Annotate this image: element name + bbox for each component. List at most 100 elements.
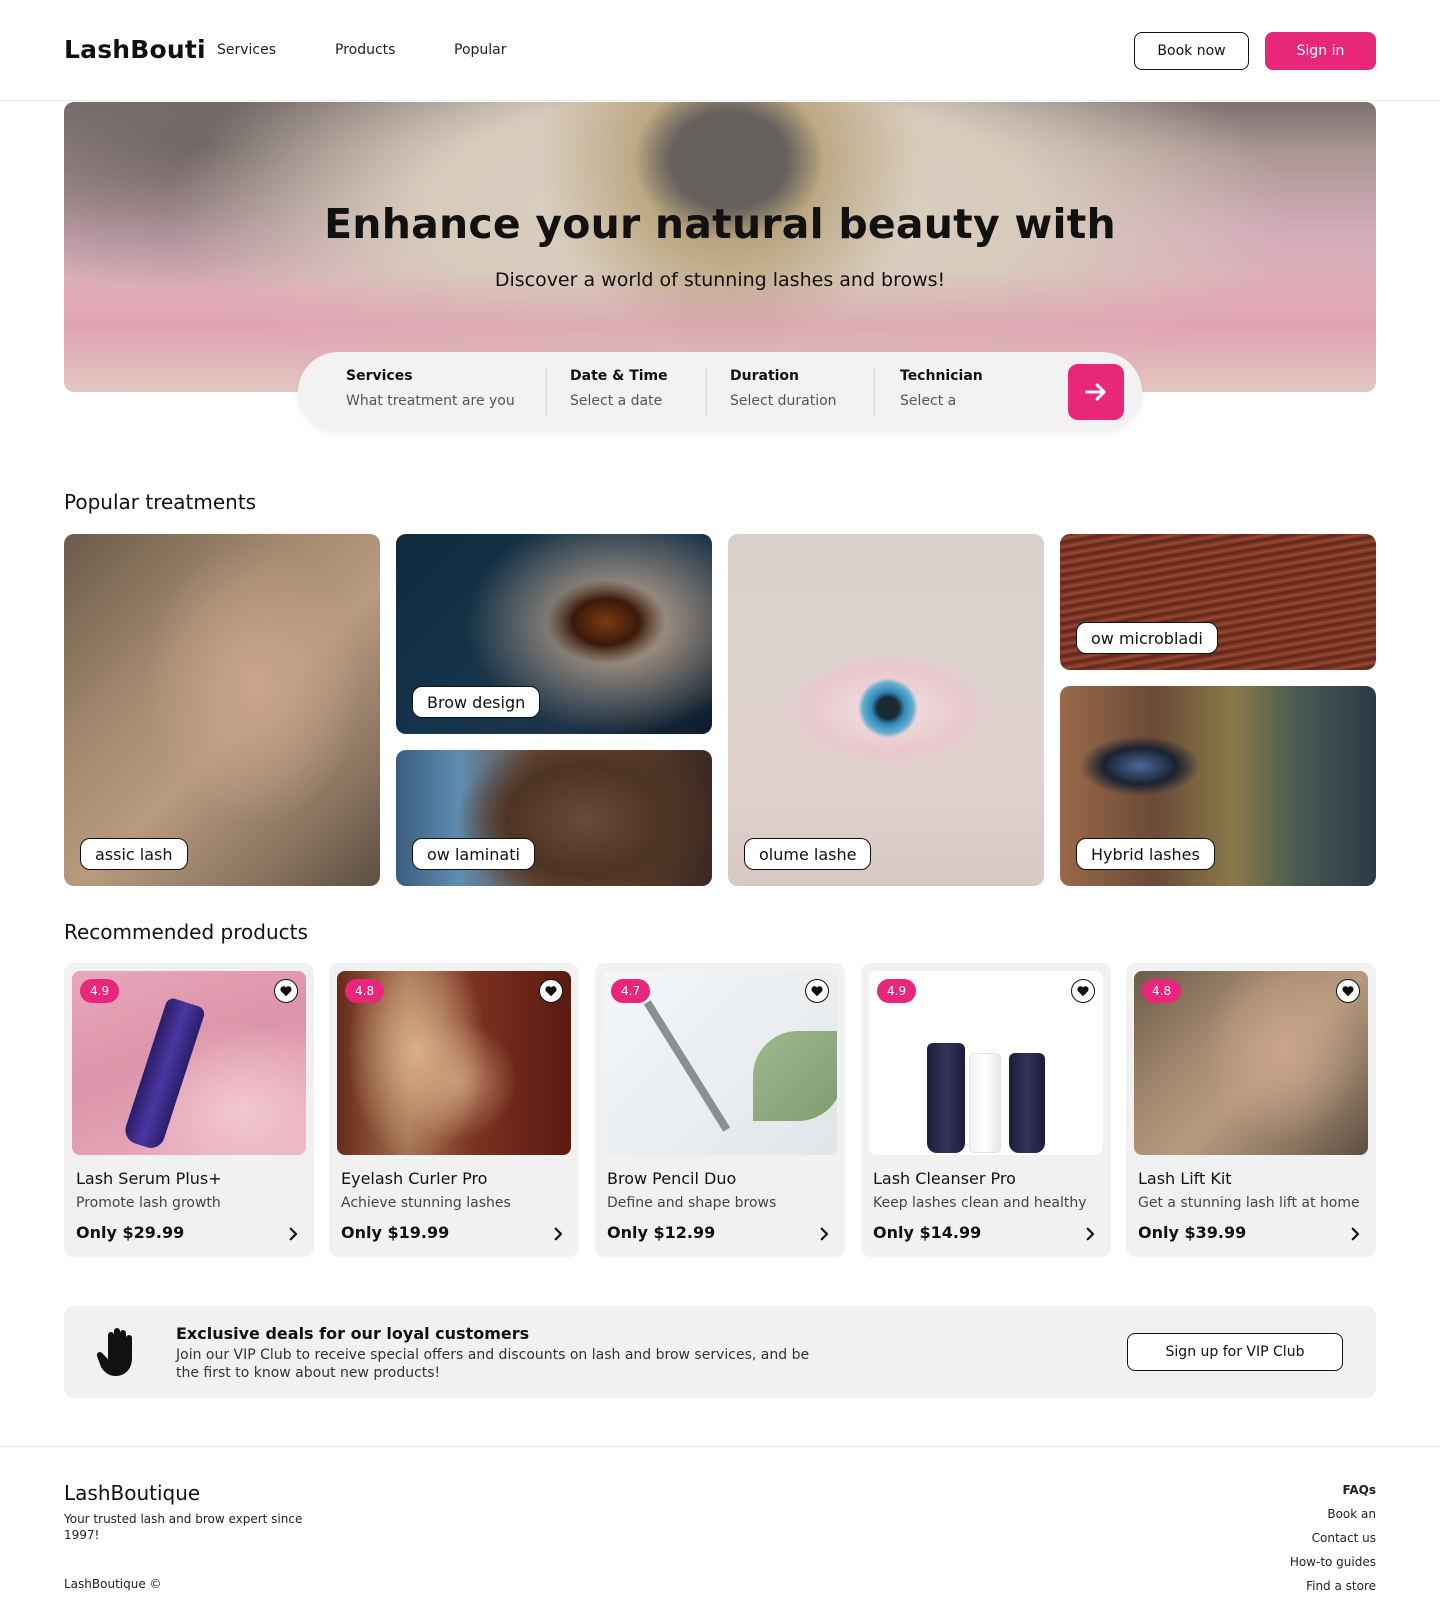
nav-popular[interactable]: Popular — [454, 42, 507, 58]
treatment-label: assic lash — [80, 838, 188, 870]
chevron-right-icon[interactable] — [815, 1225, 833, 1243]
logo[interactable]: LashBouti — [64, 35, 206, 64]
search-field-label: Date & Time — [570, 368, 668, 384]
search-field-label: Services — [346, 368, 413, 384]
rating-badge: 4.9 — [877, 979, 917, 1003]
search-field-date-time[interactable]: Date & Time Select a date — [570, 368, 668, 409]
product-image: 4.9 — [869, 971, 1103, 1155]
vip-description: Join our VIP Club to receive special off… — [176, 1347, 810, 1381]
products-section-title: Recommended products — [64, 920, 308, 944]
product-image: 4.8 — [1134, 971, 1368, 1155]
treatment-label: Brow design — [412, 686, 541, 718]
product-card[interactable]: 4.9 Lash Serum Plus+ Promote lash growth… — [64, 963, 314, 1257]
product-name: Lash Cleanser Pro — [873, 1169, 1016, 1188]
product-price: Only $29.99 — [76, 1223, 185, 1242]
product-description: Promote lash growth — [76, 1195, 221, 1211]
footer-logo[interactable]: LashBoutique — [64, 1481, 200, 1505]
product-description: Get a stunning lash lift at home — [1138, 1195, 1360, 1211]
arrow-right-icon — [1085, 383, 1106, 401]
product-bottle — [1009, 1053, 1045, 1153]
product-name: Lash Serum Plus+ — [76, 1169, 222, 1188]
site-header: LashBouti Services Products Popular Book… — [0, 0, 1440, 101]
treatment-label: olume lashe — [744, 838, 872, 870]
treatments-section-title: Popular treatments — [64, 490, 257, 514]
product-description: Keep lashes clean and healthy — [873, 1195, 1087, 1211]
treatment-label: ow laminati — [412, 838, 535, 870]
product-card[interactable]: 4.8 Eyelash Curler Pro Achieve stunning … — [329, 963, 579, 1257]
search-submit-button[interactable] — [1068, 364, 1124, 420]
search-field-technician[interactable]: Technician Select a — [900, 368, 983, 409]
site-footer: LashBoutique Your trusted lash and brow … — [0, 1446, 1440, 1622]
product-bottle — [969, 1053, 1001, 1153]
treatment-tile-classic-lashes[interactable]: assic lash — [64, 534, 380, 886]
chevron-right-icon[interactable] — [549, 1225, 567, 1243]
search-field-value: Select duration — [730, 393, 837, 409]
product-tube — [121, 996, 207, 1152]
product-image: 4.9 — [72, 971, 306, 1155]
favorite-button[interactable] — [539, 979, 563, 1003]
vip-signup-button[interactable]: Sign up for VIP Club — [1127, 1333, 1343, 1371]
product-card[interactable]: 4.7 Brow Pencil Duo Define and shape bro… — [595, 963, 845, 1257]
treatment-label: ow microbladi — [1076, 622, 1218, 654]
footer-link-store[interactable]: Find a store — [1306, 1579, 1376, 1593]
favorite-button[interactable] — [805, 979, 829, 1003]
product-name: Lash Lift Kit — [1138, 1169, 1232, 1188]
treatment-tile-brow-design[interactable]: Brow design — [396, 534, 712, 734]
sign-in-button[interactable]: Sign in — [1265, 32, 1376, 70]
pencil-shape — [643, 1000, 731, 1132]
product-bottle — [927, 1043, 965, 1153]
footer-link-faqs[interactable]: FAQs — [1343, 1483, 1376, 1497]
heart-icon — [545, 986, 557, 997]
treatment-tile-brow-lamination[interactable]: ow laminati — [396, 750, 712, 886]
chevron-right-icon[interactable] — [1081, 1225, 1099, 1243]
book-now-button[interactable]: Book now — [1134, 32, 1249, 70]
product-card[interactable]: 4.9 Lash Cleanser Pro Keep lashes clean … — [861, 963, 1111, 1257]
nav-products[interactable]: Products — [335, 42, 395, 58]
search-field-value: Select a date — [570, 393, 663, 409]
search-divider — [874, 368, 875, 416]
search-field-duration[interactable]: Duration Select duration — [730, 368, 837, 409]
product-price: Only $39.99 — [1138, 1223, 1247, 1242]
nav-services[interactable]: Services — [217, 42, 276, 58]
product-price: Only $14.99 — [873, 1223, 982, 1242]
treatment-tile-volume-lashes[interactable]: olume lashe — [728, 534, 1044, 886]
treatment-tile-hybrid-lashes[interactable]: Hybrid lashes — [1060, 686, 1376, 886]
hero-title: Enhance your natural beauty with — [324, 200, 1116, 248]
vip-title: Exclusive deals for our loyal customers — [176, 1324, 530, 1343]
product-price: Only $19.99 — [341, 1223, 450, 1242]
favorite-button[interactable] — [1071, 979, 1095, 1003]
rating-badge: 4.7 — [611, 979, 651, 1003]
product-name: Brow Pencil Duo — [607, 1169, 737, 1188]
heart-icon — [280, 986, 292, 997]
product-name: Eyelash Curler Pro — [341, 1169, 488, 1188]
hero-banner: Enhance your natural beauty with Discove… — [64, 102, 1376, 392]
hero-subtitle: Discover a world of stunning lashes and … — [494, 269, 946, 291]
product-description: Define and shape brows — [607, 1195, 777, 1211]
product-price: Only $12.99 — [607, 1223, 716, 1242]
product-image: 4.7 — [603, 971, 837, 1155]
search-field-label: Duration — [730, 368, 800, 384]
treatment-tile-brow-microblading[interactable]: ow microbladi — [1060, 534, 1376, 670]
chevron-right-icon[interactable] — [1346, 1225, 1364, 1243]
favorite-button[interactable] — [1336, 979, 1360, 1003]
heart-icon — [1077, 986, 1089, 997]
chevron-right-icon[interactable] — [284, 1225, 302, 1243]
treatment-label: Hybrid lashes — [1076, 838, 1215, 870]
heart-icon — [811, 986, 823, 997]
footer-tagline: Your trusted lash and brow expert since … — [64, 1512, 303, 1542]
search-field-services[interactable]: Services What treatment are you — [346, 368, 515, 409]
product-image: 4.8 — [337, 971, 571, 1155]
footer-link-contact[interactable]: Contact us — [1312, 1531, 1376, 1545]
footer-copyright: LashBoutique © — [64, 1577, 162, 1591]
rating-badge: 4.8 — [1142, 979, 1182, 1003]
footer-link-guides[interactable]: How-to guides — [1290, 1555, 1376, 1569]
rating-badge: 4.8 — [345, 979, 385, 1003]
search-field-value: What treatment are you — [346, 393, 515, 409]
search-field-value: Select a — [900, 393, 957, 409]
favorite-button[interactable] — [274, 979, 298, 1003]
leaf-shape — [753, 1031, 837, 1121]
vip-banner: Exclusive deals for our loyal customers … — [64, 1306, 1376, 1398]
product-card[interactable]: 4.8 Lash Lift Kit Get a stunning lash li… — [1126, 963, 1376, 1257]
heart-icon — [1342, 986, 1354, 997]
footer-link-book[interactable]: Book an — [1327, 1507, 1376, 1521]
